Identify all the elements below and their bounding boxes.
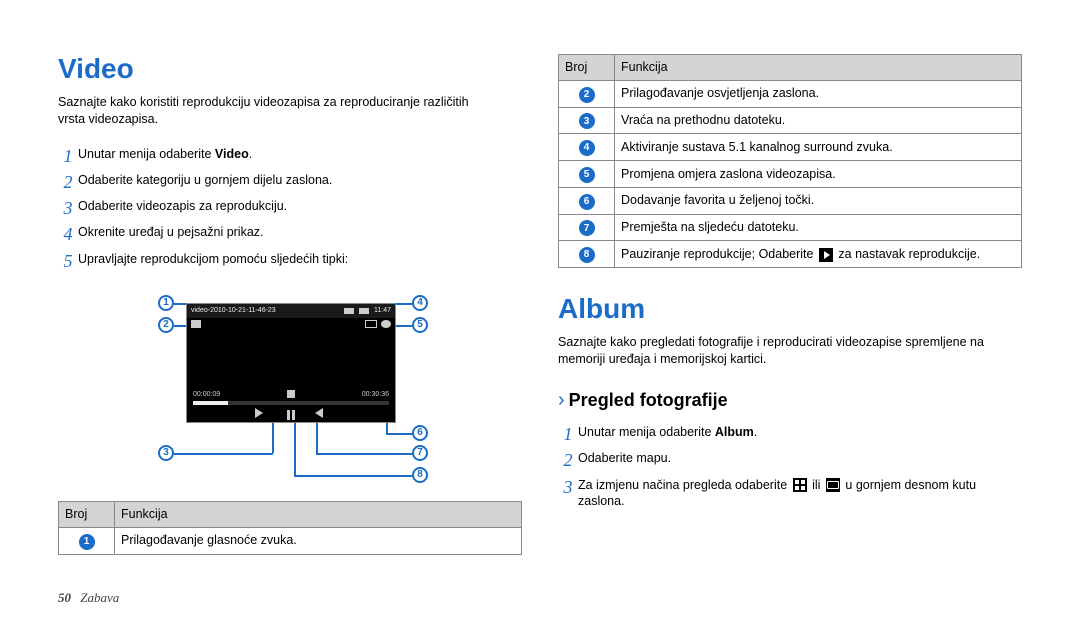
row-num: 1 xyxy=(79,534,95,550)
row-text: Prilagođavanje osvjetljenja zaslona. xyxy=(615,80,1022,107)
step-text: Unutar menija odaberite Video. xyxy=(78,144,252,163)
row-text: Aktiviranje sustava 5.1 kanalnog surroun… xyxy=(615,134,1022,161)
step-text: Upravljajte reprodukcijom pomoću sljedeć… xyxy=(78,249,348,268)
row-text: Premješta na sljedeću datoteku. xyxy=(615,214,1022,241)
callout-1: 1 xyxy=(158,295,174,311)
volume-icon xyxy=(191,320,201,328)
step-text: Odaberite mapu. xyxy=(578,448,671,467)
page-footer: 50 Zabava xyxy=(58,589,119,607)
th-number: Broj xyxy=(59,502,115,528)
video-player: video-2010-10-21-11-46-23 11:47 00:00:0 xyxy=(186,303,396,423)
left-table: Broj Funkcija 1 Prilagođavanje glasnoće … xyxy=(58,501,522,555)
subheading: Pregled fotografije xyxy=(569,388,728,412)
row-text: Vraća na prethodnu datoteku. xyxy=(615,107,1022,134)
album-intro: Saznajte kako pregledati fotografije i r… xyxy=(558,334,998,368)
progress-bar xyxy=(193,401,389,405)
row-num: 8 xyxy=(579,247,595,263)
row-text: Promjena omjera zaslona videozapisa. xyxy=(615,161,1022,188)
step-text: Okrenite uređaj u pejsažni prikaz. xyxy=(78,222,264,241)
player-title: video-2010-10-21-11-46-23 xyxy=(191,306,276,315)
table-row: 1 Prilagođavanje glasnoće zvuka. xyxy=(59,527,522,554)
next-icon xyxy=(311,408,323,418)
th-function: Funkcija xyxy=(115,502,522,528)
callout-8: 8 xyxy=(412,467,428,483)
table-row: 6 Dodavanje favorita u željenoj točki. xyxy=(559,187,1022,214)
lead-line xyxy=(294,475,412,477)
grid-icon xyxy=(793,478,807,492)
step-text: Odaberite kategoriju u gornjem dijelu za… xyxy=(78,170,332,189)
antenna-icon xyxy=(344,308,354,314)
callout-3: 3 xyxy=(158,445,174,461)
player-diagram: 1 2 3 4 5 6 7 8 video-2010-10-21-11-46- xyxy=(138,289,458,489)
table-row: 5 Promjena omjera zaslona videozapisa. xyxy=(559,161,1022,188)
section-name: Zabava xyxy=(80,590,119,605)
step-num: 3 xyxy=(558,475,578,499)
surround-icon xyxy=(365,320,377,328)
th-number: Broj xyxy=(559,55,615,81)
row-num: 2 xyxy=(579,87,595,103)
callout-4: 4 xyxy=(412,295,428,311)
step-num: 2 xyxy=(58,170,78,194)
table-row: 7 Premješta na sljedeću datoteku. xyxy=(559,214,1022,241)
callout-5: 5 xyxy=(412,317,428,333)
step-num: 1 xyxy=(58,144,78,168)
step-num: 5 xyxy=(58,249,78,273)
time-current: 00:00:09 xyxy=(193,390,220,399)
step-num: 2 xyxy=(558,448,578,472)
pause-icon xyxy=(287,408,295,418)
row-text: Prilagođavanje glasnoće zvuka. xyxy=(115,527,522,554)
callout-7: 7 xyxy=(412,445,428,461)
right-table: Broj Funkcija 2 Prilagođavanje osvjetljen… xyxy=(558,54,1022,268)
table-row: 2 Prilagođavanje osvjetljenja zaslona. xyxy=(559,80,1022,107)
chevron-icon: › xyxy=(558,390,565,410)
step-num: 1 xyxy=(558,422,578,446)
table-row: 4 Aktiviranje sustava 5.1 kanalnog surrou… xyxy=(559,134,1022,161)
th-function: Funkcija xyxy=(615,55,1022,81)
row-num: 3 xyxy=(579,113,595,129)
brightness-icon xyxy=(381,320,391,328)
page-number: 50 xyxy=(58,590,71,605)
video-heading: Video xyxy=(58,50,522,88)
callout-6: 6 xyxy=(412,425,428,441)
row-num: 4 xyxy=(579,140,595,156)
lead-line xyxy=(386,433,412,435)
filmstrip-icon xyxy=(826,478,840,492)
row-text: Dodavanje favorita u željenoj točki. xyxy=(615,187,1022,214)
lead-line xyxy=(174,453,273,455)
battery-icon xyxy=(359,308,369,314)
row-num: 5 xyxy=(579,167,595,183)
step-text: Unutar menija odaberite Album. xyxy=(578,422,757,441)
row-num: 7 xyxy=(579,220,595,236)
row-text: Pauziranje reprodukcije; Odaberite za na… xyxy=(615,241,1022,268)
time-end: 00:30:36 xyxy=(362,390,389,399)
step-num: 4 xyxy=(58,222,78,246)
prev-icon xyxy=(259,408,271,418)
row-num: 6 xyxy=(579,194,595,210)
lead-line xyxy=(294,417,296,475)
step-text: Odaberite videozapis za reprodukciju. xyxy=(78,196,287,215)
table-row: 3 Vraća na prethodnu datoteku. xyxy=(559,107,1022,134)
player-clock: 11:47 xyxy=(374,306,391,315)
video-steps: 1Unutar menija odaberite Video. 2Odaberi… xyxy=(58,142,522,275)
callout-2: 2 xyxy=(158,317,174,333)
play-icon xyxy=(819,248,833,262)
bookmark-icon xyxy=(287,390,295,398)
album-steps: 1Unutar menija odaberite Album. 2Odaberi… xyxy=(558,420,1022,512)
step-num: 3 xyxy=(58,196,78,220)
album-heading: Album xyxy=(558,290,1022,328)
table-row: 8 Pauziranje reprodukcije; Odaberite za … xyxy=(559,241,1022,268)
lead-line xyxy=(316,453,412,455)
video-intro: Saznajte kako koristiti reprodukciju vid… xyxy=(58,94,498,128)
step-text: Za izmjenu načina pregleda odaberite ili… xyxy=(578,475,1022,511)
